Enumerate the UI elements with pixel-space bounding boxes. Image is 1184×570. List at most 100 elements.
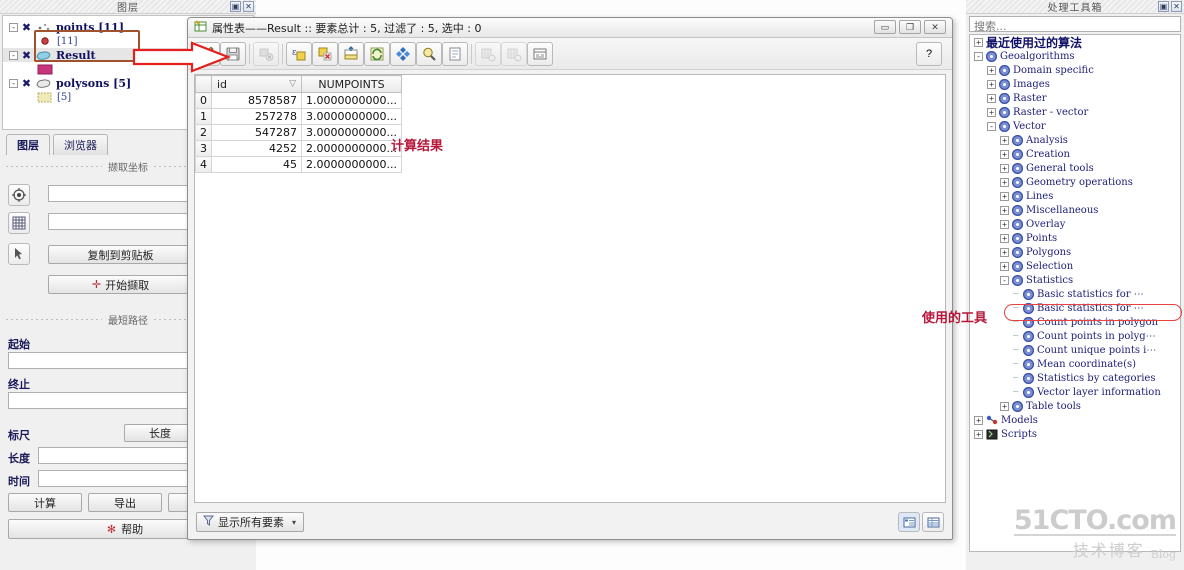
algorithm-tree-item[interactable]: + Polygons xyxy=(970,245,1180,259)
cell-numpoints[interactable]: 1.0000000000... xyxy=(301,92,402,109)
algorithm-tree-item[interactable]: + Scripts xyxy=(970,427,1180,441)
algorithm-tree-item[interactable]: + Domain specific xyxy=(970,63,1180,77)
expander-icon[interactable]: + xyxy=(974,415,983,425)
expander-icon[interactable]: + xyxy=(987,107,996,117)
layer-visibility-checkbox[interactable]: ✖ xyxy=(21,77,32,90)
new-column-icon[interactable] xyxy=(442,41,468,66)
algorithm-tree-item[interactable]: + Geometry operations xyxy=(970,175,1180,189)
table-view-icon[interactable] xyxy=(922,512,944,532)
layers-float-button[interactable]: ▣ xyxy=(230,1,241,12)
criterion-select[interactable]: 长度 xyxy=(124,424,196,442)
delete-column-icon[interactable] xyxy=(475,41,501,66)
algorithm-tree-item[interactable]: + Selection xyxy=(970,259,1180,273)
algorithm-tree-item[interactable]: + 最近使用过的算法 xyxy=(970,35,1180,50)
export-button[interactable]: 导出 xyxy=(88,493,162,512)
expander-icon[interactable]: - xyxy=(987,121,996,131)
attribute-table-body[interactable]: id ▽ NUMPOINTS 0 8578587 1.0000000000... xyxy=(194,74,946,503)
algorithm-tree-item[interactable]: – Mean coordinate(s) xyxy=(970,357,1180,371)
tab-browser[interactable]: 浏览器 xyxy=(53,134,108,155)
form-view-icon[interactable] xyxy=(898,512,920,532)
deselect-all-icon[interactable] xyxy=(312,41,338,66)
expander-icon[interactable]: + xyxy=(1000,149,1009,159)
algorithm-tree-item[interactable]: - Geoalgorithms xyxy=(970,49,1180,63)
open-field-calculator-icon[interactable] xyxy=(501,41,527,66)
expander-icon[interactable]: + xyxy=(1000,191,1009,201)
expander-icon[interactable]: - xyxy=(1000,275,1009,285)
expander-icon[interactable]: + xyxy=(1000,177,1009,187)
expander-icon[interactable]: + xyxy=(1000,135,1009,145)
algorithm-tree-item[interactable]: + Table tools xyxy=(970,399,1180,413)
attribute-table-titlebar[interactable]: 属性表——Result :: 要素总计 : 5, 过滤了 : 5, 选中 : 0… xyxy=(188,18,952,38)
grid-icon[interactable] xyxy=(8,212,30,234)
conditional-format-icon[interactable] xyxy=(527,41,553,66)
capture-field-2[interactable] xyxy=(48,213,193,230)
algorithm-tree-item[interactable]: + General tools xyxy=(970,161,1180,175)
search-input[interactable]: 搜索... xyxy=(969,16,1181,33)
cell-id[interactable]: 8578587 xyxy=(211,92,302,109)
cell-id[interactable]: 257278 xyxy=(211,108,302,125)
feature-filter-button[interactable]: 显示所有要素 ▾ xyxy=(196,512,304,532)
algorithm-tree-item[interactable]: + Models xyxy=(970,413,1180,427)
algorithm-tree-item[interactable]: + Images xyxy=(970,77,1180,91)
cell-numpoints[interactable]: 2.0000000000... xyxy=(301,140,402,157)
algorithm-tree-item[interactable]: – Vector layer information xyxy=(970,385,1180,399)
cell-id[interactable]: 547287 xyxy=(211,124,302,141)
close-button[interactable]: ✕ xyxy=(924,20,946,34)
length-input[interactable] xyxy=(38,447,196,464)
algorithm-tree-item[interactable]: - Vector xyxy=(970,119,1180,133)
minimize-button[interactable]: ▭ xyxy=(874,20,896,34)
zoom-to-selection-icon[interactable] xyxy=(416,41,442,66)
toolbox-float-button[interactable]: ▣ xyxy=(1158,1,1169,12)
algorithm-tree-item[interactable]: – Statistics by categories xyxy=(970,371,1180,385)
chevron-down-icon[interactable]: ▾ xyxy=(292,518,296,527)
attribute-table[interactable]: id ▽ NUMPOINTS 0 8578587 1.0000000000... xyxy=(195,75,402,173)
maximize-button[interactable]: ❐ xyxy=(899,20,921,34)
expander-icon[interactable]: + xyxy=(974,37,983,47)
algorithm-tree-item[interactable]: + Creation xyxy=(970,147,1180,161)
table-row[interactable]: 0 8578587 1.0000000000... xyxy=(195,92,402,109)
capture-field-1[interactable] xyxy=(48,185,193,202)
algorithm-tree-item[interactable]: + Raster xyxy=(970,91,1180,105)
layer-visibility-checkbox[interactable]: ✖ xyxy=(21,49,32,62)
help-icon-button[interactable]: ? xyxy=(916,41,942,66)
time-input[interactable] xyxy=(38,470,196,487)
calculate-button[interactable]: 计算 xyxy=(8,493,82,512)
algorithm-tree-item[interactable]: + Miscellaneous xyxy=(970,203,1180,217)
start-capture-button[interactable]: ✛ 开始撷取 xyxy=(48,275,193,294)
expander-icon[interactable]: + xyxy=(987,93,996,103)
end-input[interactable] xyxy=(8,392,193,409)
pan-to-selection-icon[interactable] xyxy=(390,41,416,66)
algorithm-tree-item[interactable]: + Overlay xyxy=(970,217,1180,231)
algorithm-tree-item[interactable]: – Basic statistics for ⋯ xyxy=(970,287,1180,301)
expander-icon[interactable]: + xyxy=(974,429,983,439)
column-header-numpoints[interactable]: NUMPOINTS xyxy=(301,75,402,93)
cell-id[interactable]: 4252 xyxy=(211,140,302,157)
expander-icon[interactable]: + xyxy=(1000,163,1009,173)
algorithm-tree-item[interactable]: + Raster - vector xyxy=(970,105,1180,119)
table-row[interactable]: 4 45 2.0000000000... xyxy=(195,156,402,173)
start-input[interactable] xyxy=(8,352,193,369)
cell-numpoints[interactable]: 3.0000000000... xyxy=(301,124,402,141)
cell-id[interactable]: 45 xyxy=(211,156,302,173)
invert-selection-icon[interactable] xyxy=(364,41,390,66)
crs-icon[interactable] xyxy=(8,184,30,206)
expander-icon[interactable]: + xyxy=(1000,401,1009,411)
algorithm-tree[interactable]: + 最近使用过的算法 - Geoalgorithms + Domain specific +… xyxy=(969,34,1181,552)
column-header-id[interactable]: id ▽ xyxy=(211,75,302,93)
expander-icon[interactable]: + xyxy=(987,79,996,89)
algorithm-tree-item[interactable]: – Count unique points i⋯ xyxy=(970,343,1180,357)
expander-icon[interactable]: - xyxy=(974,51,983,61)
expander-icon[interactable]: - xyxy=(9,50,18,60)
expander-icon[interactable]: + xyxy=(1000,247,1009,257)
algorithm-tree-item[interactable]: + Points xyxy=(970,231,1180,245)
expander-icon[interactable]: + xyxy=(1000,205,1009,215)
layer-visibility-checkbox[interactable]: ✖ xyxy=(21,21,32,34)
mouse-icon[interactable] xyxy=(8,243,30,265)
cell-numpoints[interactable]: 2.0000000000... xyxy=(301,156,402,173)
algorithm-tree-item[interactable]: + Lines xyxy=(970,189,1180,203)
layers-close-button[interactable]: ✕ xyxy=(243,1,254,12)
copy-to-clipboard-button[interactable]: 复制到剪贴板 xyxy=(48,245,193,264)
expander-icon[interactable]: - xyxy=(9,78,18,88)
expander-icon[interactable]: + xyxy=(1000,219,1009,229)
table-row[interactable]: 2 547287 3.0000000000... xyxy=(195,124,402,141)
